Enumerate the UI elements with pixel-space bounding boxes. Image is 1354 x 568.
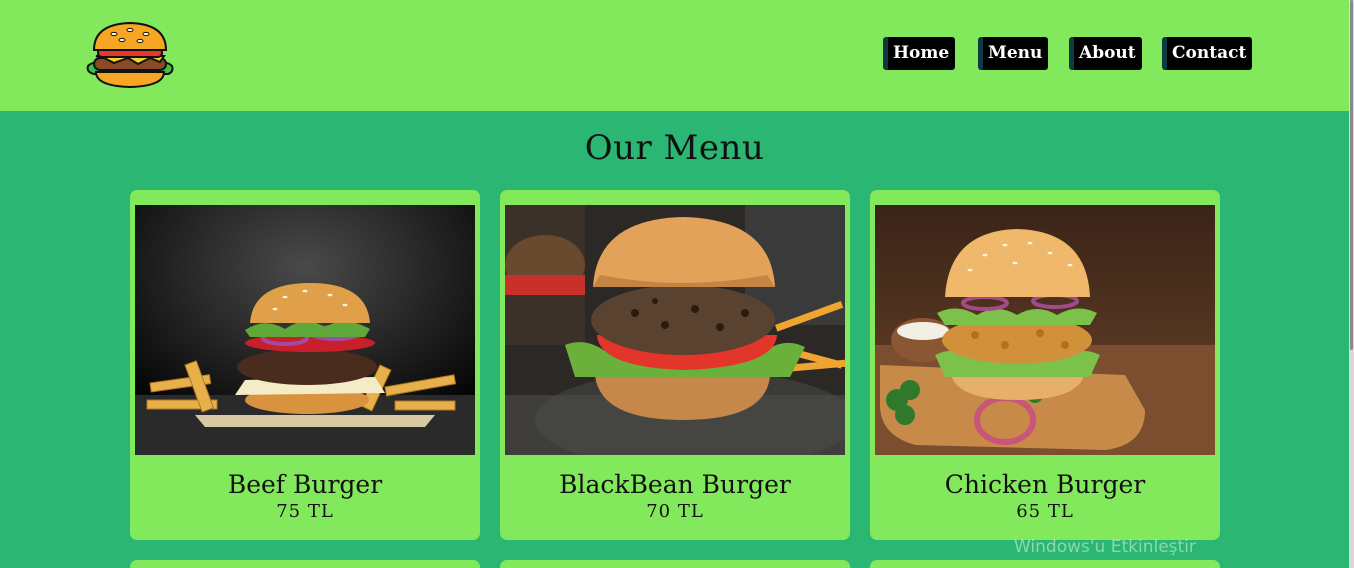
main-nav: Home Menu About Contact xyxy=(0,37,1349,71)
card-price: 65 TL xyxy=(1016,501,1074,522)
menu-card-chicken-burger[interactable]: Chicken Burger 65 TL xyxy=(870,190,1220,540)
nav-home-button[interactable]: Home xyxy=(883,37,956,70)
windows-activation-watermark: Windows'u Etkinleştir xyxy=(1014,537,1196,557)
menu-card-partial[interactable] xyxy=(500,560,850,568)
menu-card-blackbean-burger[interactable]: BlackBean Burger 70 TL xyxy=(500,190,850,540)
card-title: Beef Burger xyxy=(227,470,383,499)
card-title: BlackBean Burger xyxy=(559,470,791,499)
watermark-subtext xyxy=(1014,560,1314,568)
nav-about-button[interactable]: About xyxy=(1069,37,1142,70)
card-price: 75 TL xyxy=(276,501,334,522)
menu-card-beef-burger[interactable]: Beef Burger 75 TL xyxy=(130,190,480,540)
chicken-burger-image xyxy=(875,205,1215,455)
menu-card-partial[interactable] xyxy=(130,560,480,568)
site-header: Home Menu About Contact xyxy=(0,0,1349,111)
card-title: Chicken Burger xyxy=(944,470,1146,499)
nav-menu-button[interactable]: Menu xyxy=(978,37,1049,70)
beef-burger-image xyxy=(135,205,475,455)
page-title: Our Menu xyxy=(584,128,765,168)
card-price: 70 TL xyxy=(646,501,704,522)
nav-contact-button[interactable]: Contact xyxy=(1162,37,1253,70)
scrollbar-thumb[interactable] xyxy=(1350,0,1353,350)
blackbean-burger-image xyxy=(505,205,845,455)
